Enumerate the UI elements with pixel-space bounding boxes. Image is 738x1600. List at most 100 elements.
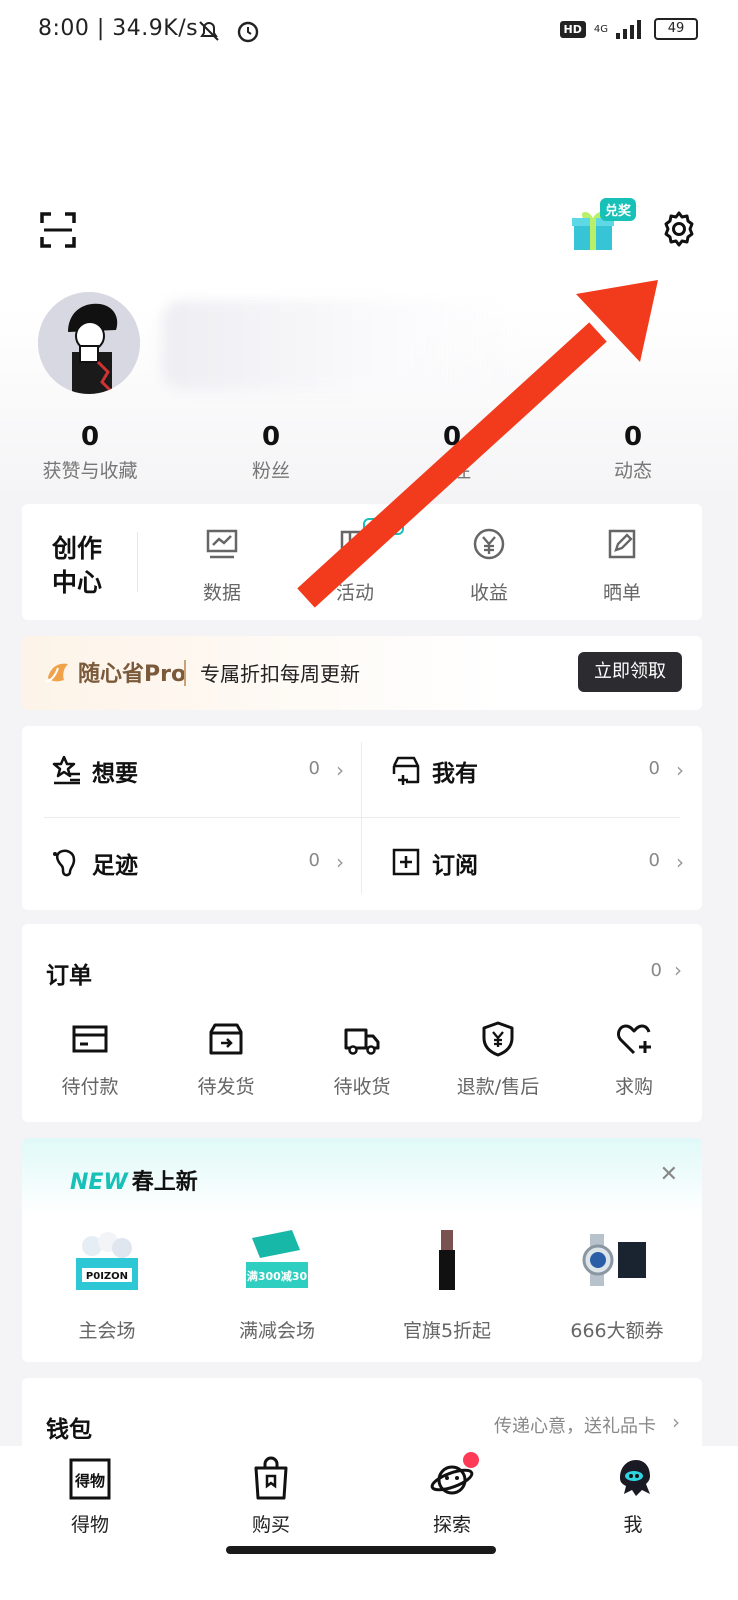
- gift-redeem-button[interactable]: 兑奖: [570, 198, 636, 252]
- status-right: HD 4G 49: [559, 18, 698, 40]
- creator-tool-data[interactable]: 数据: [172, 526, 272, 605]
- spring-item-label: 官旗5折起: [402, 1320, 492, 1342]
- claim-now-button[interactable]: 立即领取: [578, 652, 682, 692]
- tab-buy[interactable]: 购买: [211, 1456, 331, 1537]
- stat-value: 0: [623, 422, 643, 452]
- status-bar: 8:00 | 34.9K/s HD 4G 49: [0, 0, 738, 64]
- creator-center-title[interactable]: 创作中心: [52, 532, 112, 600]
- box-out-icon: [209, 1023, 243, 1055]
- order-tool-label: 退款/售后: [456, 1076, 540, 1098]
- order-tool-label: 待付款: [61, 1076, 119, 1098]
- spring-item-label: 主会场: [78, 1320, 136, 1342]
- watch-image: [582, 1234, 646, 1286]
- stat-label: 获赞与收藏: [42, 460, 138, 482]
- scan-icon[interactable]: [40, 212, 76, 248]
- wallet-title: 钱包: [46, 1417, 92, 1443]
- spring-item-label: 满减会场: [238, 1320, 315, 1342]
- want-count: 0: [308, 758, 320, 779]
- spring-item-coupon[interactable]: 666大额券: [532, 1228, 702, 1343]
- edit-note-icon: [608, 529, 636, 559]
- stat-fans[interactable]: 0 粉丝: [181, 422, 361, 483]
- chevron-right-icon: ›: [676, 850, 684, 874]
- creator-tool-label: 晒单: [602, 582, 641, 604]
- promo-text: 专属折扣每周更新: [200, 662, 360, 686]
- dewu-logo-text: 得物: [74, 1472, 105, 1490]
- promo-banner[interactable]: 随心省Pro 专属折扣每周更新 立即领取: [22, 636, 702, 710]
- mute-icon: [196, 18, 222, 48]
- want-count: 0: [648, 850, 660, 871]
- profile-mascot-icon: [610, 1456, 656, 1502]
- want-item-wishlist[interactable]: 想要 0 ›: [22, 726, 362, 818]
- hd-badge: HD: [559, 20, 586, 38]
- username-blurred: [162, 300, 522, 390]
- order-refund-aftersale[interactable]: 退款/售后: [430, 1020, 566, 1099]
- orders-card: 订单 0 › 待付款 待发货 待收货 退款/售后 求购: [22, 924, 702, 1122]
- lipstick-image: [439, 1230, 455, 1290]
- want-label: 我有: [432, 761, 478, 787]
- promo-divider: [184, 660, 186, 686]
- want-count: 0: [308, 850, 320, 871]
- chevron-right-icon: ›: [336, 850, 344, 874]
- tab-label: 我: [623, 1514, 643, 1536]
- footprint-icon: [53, 849, 76, 877]
- orders-count[interactable]: 0: [651, 960, 662, 981]
- tab-me[interactable]: 我: [573, 1456, 693, 1537]
- creator-center-card: 创作中心 数据 NEW 活动 收益 晒单: [22, 504, 702, 620]
- spring-item-discount[interactable]: 满300减30 满减会场: [192, 1228, 362, 1343]
- want-item-footprint[interactable]: 足迹 0 ›: [22, 818, 362, 910]
- settings-gear-icon[interactable]: [660, 210, 698, 248]
- chevron-right-icon: ›: [676, 758, 684, 782]
- orders-title[interactable]: 订单: [46, 956, 92, 990]
- stat-following[interactable]: 0 关注: [362, 422, 542, 483]
- creator-tool-earnings[interactable]: 收益: [439, 526, 539, 605]
- want-item-owned[interactable]: 我有 0 ›: [362, 726, 702, 818]
- card-icon: [72, 1025, 108, 1053]
- want-item-subscribe[interactable]: 订阅 0 ›: [362, 818, 702, 910]
- creator-tool-label: 收益: [469, 582, 508, 604]
- notification-dot: [463, 1452, 479, 1468]
- stat-posts[interactable]: 0 动态: [543, 422, 723, 483]
- order-pending-payment[interactable]: 待付款: [22, 1020, 158, 1099]
- chevron-right-icon[interactable]: ›: [674, 958, 682, 982]
- divider: [137, 532, 138, 592]
- heart-plus-icon: [617, 1024, 651, 1055]
- stat-label: 关注: [432, 460, 471, 482]
- coupon-text: 满300减30: [247, 1269, 308, 1283]
- want-count: 0: [648, 758, 660, 779]
- creator-tool-label: 数据: [202, 582, 241, 604]
- creator-tool-activity[interactable]: NEW 活动: [305, 518, 405, 605]
- promo-brand-icon: [45, 663, 68, 683]
- close-icon[interactable]: ✕: [660, 1162, 678, 1187]
- stat-value: 0: [80, 422, 100, 452]
- data-chart-icon: [206, 529, 238, 559]
- spring-title-text: 春上新: [131, 1170, 198, 1195]
- new-badge: NEW: [363, 518, 404, 535]
- spring-item-flagship[interactable]: 官旗5折起: [362, 1228, 532, 1343]
- yuan-coin-icon: [473, 528, 505, 560]
- stat-likes[interactable]: 0 获赞与收藏: [0, 422, 180, 483]
- creator-tool-label: 活动: [335, 582, 374, 604]
- promo-brand: 随心省Pro: [78, 662, 187, 687]
- order-tool-label: 待发货: [197, 1076, 255, 1098]
- tab-label: 得物: [70, 1514, 109, 1536]
- tab-dewu-home[interactable]: 得物 得物: [30, 1456, 150, 1537]
- star-list-icon: [52, 755, 80, 785]
- spring-item-main[interactable]: P0IZON 主会场: [22, 1228, 192, 1343]
- poizon-logo-text: P0IZON: [86, 1271, 128, 1282]
- spring-new-card: NEW 春上新 ✕ P0IZON 主会场 满300减30 满减会场 官旗5折起 6…: [22, 1138, 702, 1362]
- chevron-right-icon: ›: [336, 758, 344, 782]
- want-label: 足迹: [92, 853, 138, 879]
- box-plus-icon: [392, 756, 420, 785]
- order-pending-shipment[interactable]: 待发货: [158, 1020, 294, 1099]
- tab-label: 购买: [251, 1514, 290, 1536]
- creator-tool-showoff[interactable]: 晒单: [572, 526, 672, 605]
- order-want-to-buy[interactable]: 求购: [566, 1020, 702, 1099]
- spring-title[interactable]: NEW 春上新: [70, 1164, 198, 1196]
- stat-value: 0: [442, 422, 462, 452]
- home-indicator: [226, 1546, 496, 1554]
- stat-value: 0: [261, 422, 281, 452]
- tab-explore[interactable]: 探索: [392, 1452, 512, 1537]
- order-pending-receipt[interactable]: 待收货: [294, 1020, 430, 1099]
- bottom-nav: 得物 得物 购买 探索 我: [0, 1446, 738, 1600]
- avatar[interactable]: [38, 292, 140, 394]
